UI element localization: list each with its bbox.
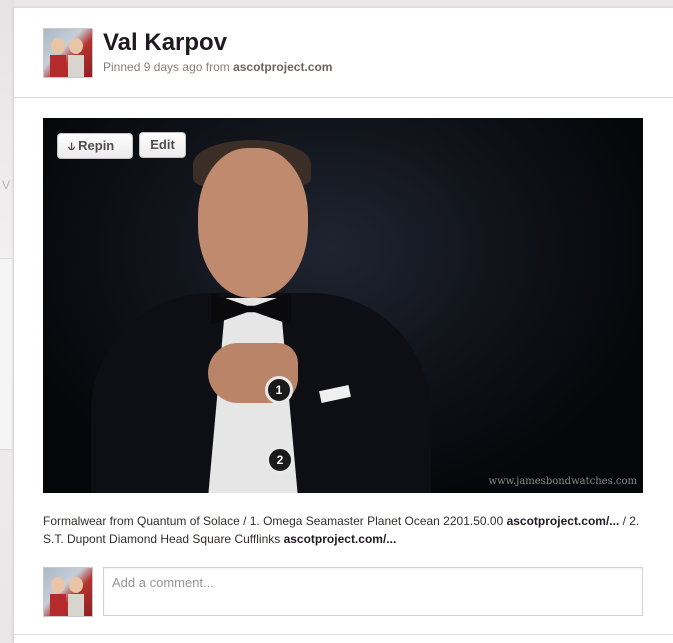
pushpin-icon: ⫝ [68, 139, 76, 153]
repin-button[interactable]: ⫝ Repin [57, 133, 133, 159]
user-avatar[interactable] [43, 28, 93, 78]
divider [14, 634, 673, 635]
marker-1-badge: 1 [265, 376, 293, 404]
edit-button[interactable]: Edit [139, 132, 186, 158]
background-column: V [0, 0, 14, 642]
background-ghost-text: V [2, 178, 11, 192]
pin-card: Val Karpov Pinned 9 days ago from ascotp… [13, 7, 673, 643]
pin-meta: Pinned 9 days ago from ascotproject.com [103, 60, 332, 74]
description-link-1[interactable]: ascotproject.com/... [507, 514, 620, 528]
background-ghost-pin [0, 258, 12, 450]
repin-label: Repin [78, 138, 115, 153]
pin-image[interactable]: 1 2 www.jamesbondwatches.com ⫝ Repin Edit [43, 118, 643, 493]
pin-meta-text: Pinned 9 days ago from [103, 60, 234, 74]
photo-head [198, 148, 308, 298]
commenter-avatar [43, 567, 93, 617]
image-watermark: www.jamesbondwatches.com [488, 476, 637, 487]
comment-input[interactable]: Add a comment... [103, 567, 643, 616]
description-text-1: Formalwear from Quantum of Solace / 1. O… [43, 514, 507, 528]
description-link-2[interactable]: ascotproject.com/... [284, 532, 397, 546]
pin-description: Formalwear from Quantum of Solace / 1. O… [43, 512, 643, 548]
source-domain-link[interactable]: ascotproject.com [233, 60, 332, 74]
pin-header: Val Karpov Pinned 9 days ago from ascotp… [14, 8, 673, 98]
user-name[interactable]: Val Karpov [103, 29, 227, 57]
marker-2-badge: 2 [266, 446, 294, 474]
